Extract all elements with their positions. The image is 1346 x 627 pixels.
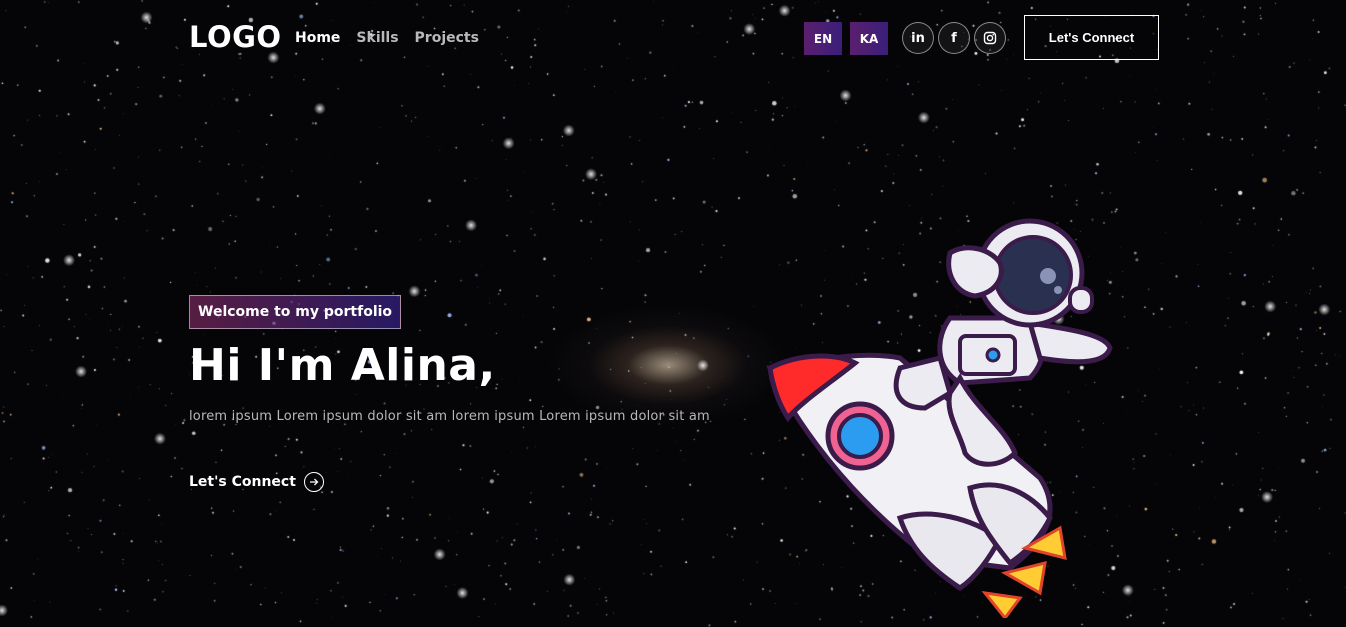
hero-title: Hi I'm Alina, — [189, 340, 496, 391]
instagram-icon[interactable] — [974, 22, 1006, 54]
lets-connect-button[interactable]: Let's Connect — [1024, 15, 1159, 60]
nav-link-home[interactable]: Home — [295, 30, 340, 46]
hero-connect-label: Let's Connect — [189, 474, 296, 490]
logo[interactable]: LOGO — [189, 20, 282, 54]
linkedin-glyph: in — [911, 30, 925, 46]
language-button-ka[interactable]: KA — [850, 22, 888, 55]
language-button-en[interactable]: EN — [804, 22, 842, 55]
hero-connect-link[interactable]: Let's Connect — [189, 472, 324, 492]
nav-link-skills[interactable]: Skills — [356, 30, 398, 46]
nav-links: Home Skills Projects — [295, 30, 479, 46]
arrow-right-circle-icon — [303, 472, 324, 492]
astronaut-rocket-illustration — [766, 218, 1113, 618]
instagram-glyph — [983, 31, 997, 45]
hero-description: lorem ipsum Lorem ipsum dolor sit am lor… — [189, 409, 710, 424]
facebook-glyph: f — [951, 30, 957, 46]
navbar: LOGO Home Skills Projects EN KA in f Let… — [0, 0, 1346, 78]
nav-link-projects[interactable]: Projects — [415, 30, 479, 46]
facebook-icon[interactable]: f — [938, 22, 970, 54]
linkedin-icon[interactable]: in — [902, 22, 934, 54]
welcome-tagline: Welcome to my portfolio — [189, 295, 402, 329]
